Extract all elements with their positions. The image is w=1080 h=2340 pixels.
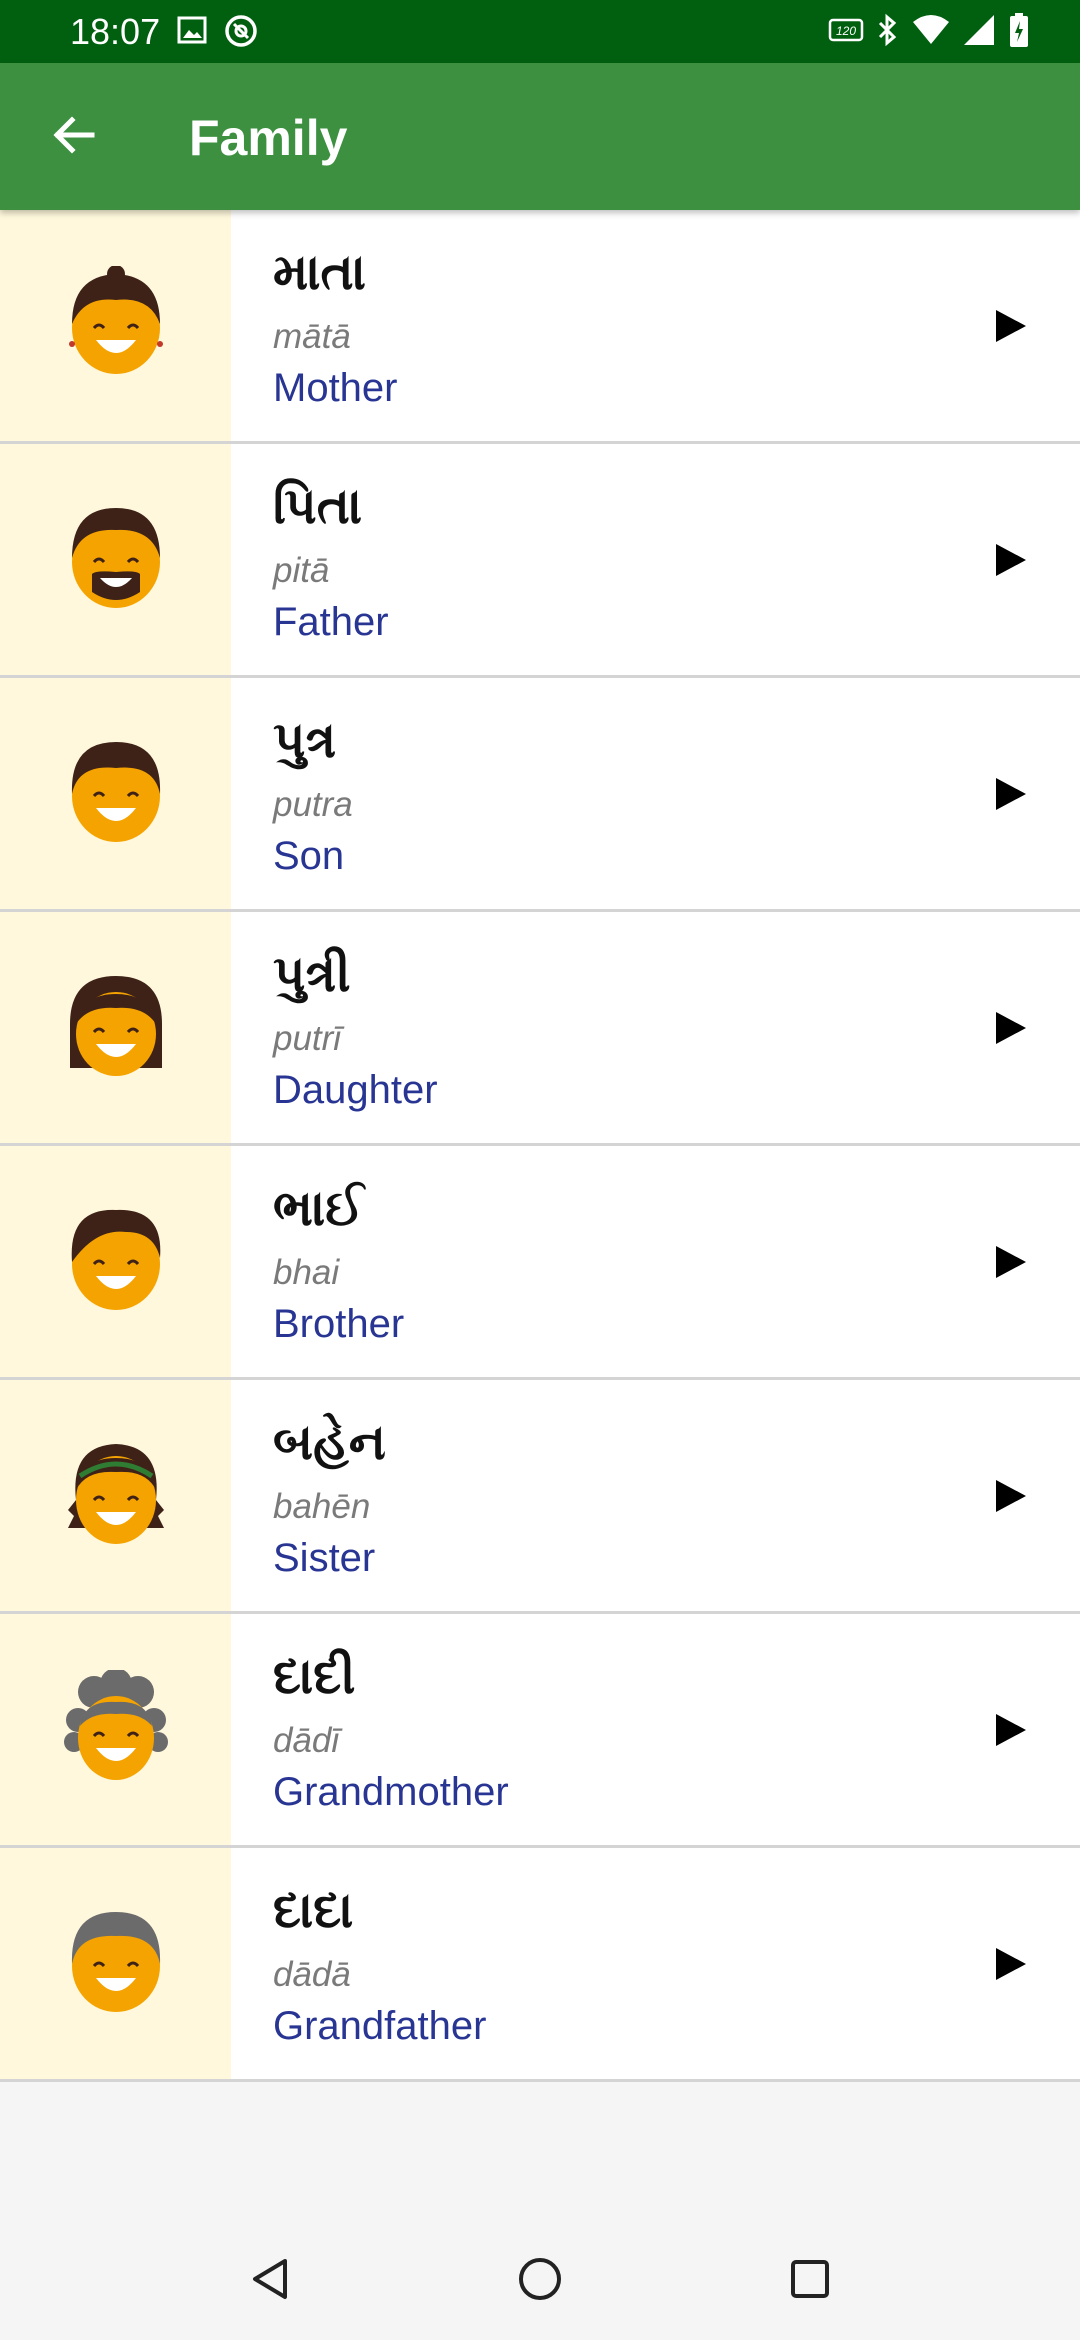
daughter-avatar-icon	[66, 968, 166, 1087]
bluetooth-icon	[876, 13, 900, 52]
avatar-cell	[0, 1146, 231, 1377]
signal-icon	[962, 13, 996, 52]
word-list: માતા mātā Mother પિતા pitā Father પુત્ર …	[0, 210, 1080, 2082]
wifi-icon	[912, 14, 950, 51]
english-translation: Grandmother	[273, 1770, 509, 1814]
english-translation: Grandfather	[273, 2004, 487, 2048]
avatar-cell	[0, 210, 231, 441]
brother-avatar-icon	[66, 1202, 166, 1321]
avatar-cell	[0, 912, 231, 1143]
avatar-cell	[0, 1380, 231, 1611]
transliteration: dādī	[273, 1721, 340, 1760]
english-translation: Sister	[273, 1536, 376, 1580]
play-icon[interactable]	[990, 1242, 1030, 1282]
list-item-son[interactable]: પુત્ર putra Son	[0, 678, 1080, 912]
nav-recents-button[interactable]	[775, 2246, 845, 2316]
list-item-grandfather[interactable]: દાદા dādā Grandfather	[0, 1848, 1080, 2082]
english-translation: Brother	[273, 1302, 405, 1346]
status-time: 18:07	[70, 11, 161, 52]
english-translation: Mother	[273, 366, 398, 410]
native-word: પુત્ર	[273, 711, 337, 769]
status-left-icons	[176, 14, 258, 53]
english-translation: Father	[273, 600, 389, 644]
transliteration: putrī	[273, 1019, 342, 1058]
battery-charging-icon	[1008, 12, 1030, 53]
mother-avatar-icon	[66, 265, 166, 385]
transliteration: bhai	[273, 1253, 340, 1292]
hd-icon: 120	[828, 15, 864, 50]
list-item-mother[interactable]: માતા mātā Mother	[0, 210, 1080, 444]
status-right-icons: 120	[828, 12, 1030, 53]
image-icon	[176, 14, 208, 53]
play-icon[interactable]	[990, 1008, 1030, 1048]
native-word: દાદા	[273, 1881, 354, 1939]
native-word: બહેન	[273, 1413, 386, 1471]
nav-recents-icon	[789, 2258, 831, 2305]
play-icon[interactable]	[990, 306, 1030, 346]
native-word: માતા	[273, 243, 366, 301]
play-icon[interactable]	[990, 774, 1030, 814]
app-bar: Family	[0, 63, 1080, 210]
father-avatar-icon	[66, 500, 166, 619]
transliteration: mātā	[273, 317, 351, 356]
nav-home-icon	[517, 2256, 563, 2307]
transliteration: putra	[273, 785, 353, 824]
son-avatar-icon	[66, 734, 166, 853]
avatar-cell	[0, 1848, 231, 2079]
nav-home-button[interactable]	[505, 2246, 575, 2316]
play-icon[interactable]	[990, 1476, 1030, 1516]
list-item-father[interactable]: પિતા pitā Father	[0, 444, 1080, 678]
svg-text:120: 120	[836, 24, 856, 38]
page-title: Family	[189, 110, 348, 166]
system-nav-bar	[0, 2220, 1080, 2340]
avatar-cell	[0, 678, 231, 909]
native-word: પુત્રી	[273, 945, 351, 1003]
list-item-grandmother[interactable]: દાદી dādī Grandmother	[0, 1614, 1080, 1848]
avatar-cell	[0, 444, 231, 675]
list-item-sister[interactable]: બહેન bahēn Sister	[0, 1380, 1080, 1614]
list-item-brother[interactable]: ભાઈ bhai Brother	[0, 1146, 1080, 1380]
status-bar: 18:07 120	[0, 0, 1080, 63]
sister-avatar-icon	[66, 1436, 166, 1555]
play-icon[interactable]	[990, 1944, 1030, 1984]
play-icon[interactable]	[990, 540, 1030, 580]
native-word: ભાઈ	[273, 1179, 364, 1237]
grandfather-avatar-icon	[66, 1904, 166, 2023]
transliteration: bahēn	[273, 1487, 371, 1526]
transliteration: dādā	[273, 1955, 351, 1994]
grandmother-avatar-icon	[63, 1668, 168, 1789]
nav-back-button[interactable]	[236, 2246, 306, 2316]
native-word: પિતા	[273, 477, 363, 535]
back-button[interactable]	[40, 103, 108, 171]
at-sign-icon	[224, 14, 258, 53]
avatar-cell	[0, 1614, 231, 1845]
list-item-daughter[interactable]: પુત્રી putrī Daughter	[0, 912, 1080, 1146]
transliteration: pitā	[273, 551, 330, 590]
nav-back-icon	[249, 2257, 293, 2306]
play-icon[interactable]	[990, 1710, 1030, 1750]
english-translation: Son	[273, 834, 345, 878]
native-word: દાદી	[273, 1647, 356, 1705]
english-translation: Daughter	[273, 1068, 438, 1112]
arrow-back-icon	[50, 111, 98, 164]
